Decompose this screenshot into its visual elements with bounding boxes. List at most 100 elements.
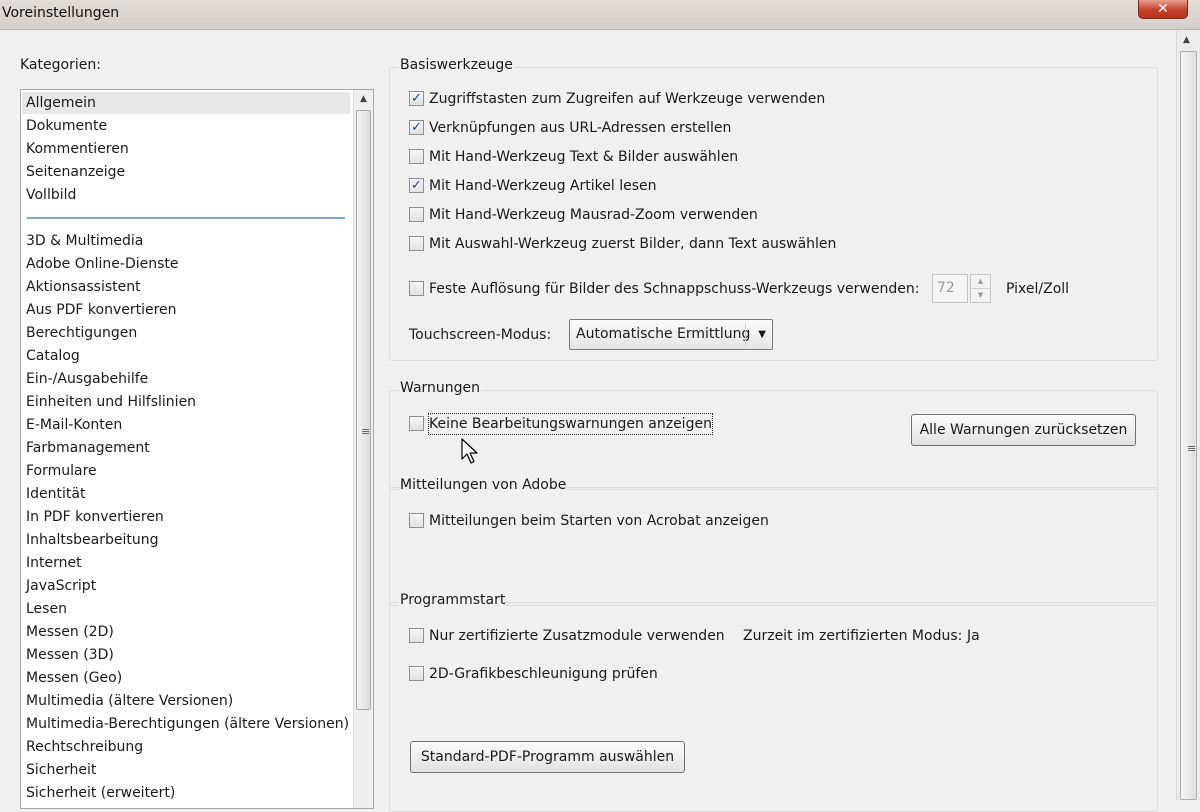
basis-option-label: Mit Hand-Werkzeug Text & Bilder auswähle… — [429, 149, 739, 165]
category-item[interactable]: Dokumente — [26, 115, 107, 137]
no-edit-warnings-row[interactable]: Keine Bearbeitungswarnungen anzeigen — [409, 413, 713, 435]
category-item[interactable]: Multimedia (ältere Versionen) — [26, 690, 233, 712]
category-item[interactable]: Sicherheit (erweitert) — [26, 782, 175, 804]
spin-down-icon[interactable]: ▼ — [971, 289, 990, 303]
category-item[interactable]: Messen (3D) — [26, 644, 114, 666]
acrobat-messages-label: Mitteilungen beim Starten von Acrobat an… — [429, 513, 769, 529]
basis-option-row[interactable]: ✓ Mit Hand-Werkzeug Artikel lesen — [409, 176, 849, 196]
basis-option-checkbox[interactable] — [409, 236, 424, 251]
category-item[interactable]: Adobe Online-Dienste — [26, 253, 179, 275]
category-item[interactable]: Internet — [26, 552, 82, 574]
certified-plugins-label: Nur zertifizierte Zusatzmodule verwenden — [429, 628, 725, 644]
resolution-spinner[interactable]: ▲ ▼ — [970, 274, 991, 303]
title-bar: Voreinstellungen ✕ — [0, 0, 1200, 30]
basis-option-label: Mit Hand-Werkzeug Mausrad-Zoom verwenden — [429, 207, 758, 223]
scroll-thumb[interactable]: ≡ — [356, 110, 371, 710]
category-item[interactable]: Berechtigungen — [26, 322, 137, 344]
group-messages — [389, 487, 1158, 606]
category-item[interactable]: Aktionsassistent — [26, 276, 141, 298]
resolution-label: Feste Auflösung für Bilder des Schnappsc… — [429, 281, 920, 297]
touchscreen-label: Touchscreen-Modus: — [409, 327, 552, 343]
category-item[interactable]: Seitenanzeige — [26, 161, 125, 183]
gpu-check-label: 2D-Grafikbeschleunigung prüfen — [429, 666, 658, 682]
spin-up-icon[interactable]: ▲ — [971, 275, 990, 289]
category-item[interactable]: E-Mail-Konten — [26, 414, 122, 436]
category-item[interactable]: JavaScript — [26, 575, 96, 597]
group-title-warnings: Warnungen — [399, 380, 482, 396]
default-pdf-button[interactable]: Standard-PDF-Programm auswählen — [410, 741, 685, 773]
group-title-startup: Programmstart — [399, 592, 507, 608]
basis-option-label: Mit Auswahl-Werkzeug zuerst Bilder, dann… — [429, 236, 837, 252]
touchscreen-value: Automatische Ermittlung — [576, 326, 751, 342]
close-icon: ✕ — [1157, 1, 1169, 17]
basis-option-label: Verknüpfungen aus URL-Adressen erstellen — [429, 120, 732, 136]
categories-scrollbar[interactable]: ▲ ≡ — [353, 90, 373, 808]
mouse-cursor-icon — [461, 438, 478, 464]
reset-warnings-button[interactable]: Alle Warnungen zurücksetzen — [911, 414, 1136, 446]
grip-icon: ≡ — [361, 425, 371, 438]
category-item[interactable]: Messen (Geo) — [26, 667, 122, 689]
basis-option-label: Zugriffstasten zum Zugreifen auf Werkzeu… — [429, 91, 826, 107]
checkmark-icon: ✓ — [411, 178, 422, 193]
category-item[interactable]: Inhaltsbearbeitung — [26, 529, 158, 551]
category-item[interactable]: Identität — [26, 483, 85, 505]
resolution-input[interactable]: 72 — [932, 274, 968, 303]
category-item[interactable]: Vollbild — [26, 184, 76, 206]
list-separator — [27, 217, 345, 219]
category-item[interactable]: Formulare — [26, 460, 97, 482]
category-item[interactable]: Messen (2D) — [26, 621, 114, 643]
category-item[interactable]: Multimedia-Berechtigungen (ältere Versio… — [26, 713, 349, 735]
resolution-unit: Pixel/Zoll — [1006, 281, 1070, 297]
no-edit-warnings-label: Keine Bearbeitungswarnungen anzeigen — [428, 413, 713, 435]
category-item[interactable]: In PDF konvertieren — [26, 506, 164, 528]
certified-plugins-row[interactable]: Nur zertifizierte Zusatzmodule verwenden — [409, 626, 725, 646]
category-item[interactable]: Einheiten und Hilfslinien — [26, 391, 196, 413]
checkmark-icon: ✓ — [411, 91, 422, 106]
category-item[interactable]: Allgemein — [22, 92, 350, 114]
basis-option-checkbox[interactable] — [409, 149, 424, 164]
certified-mode-label: Zurzeit im zertifizierten Modus: — [743, 628, 963, 644]
category-item[interactable]: Kommentieren — [26, 138, 129, 160]
category-item[interactable]: Aus PDF konvertieren — [26, 299, 177, 321]
page-scrollbar[interactable]: ▲ ≡ — [1176, 31, 1200, 800]
category-item[interactable]: Farbmanagement — [26, 437, 150, 459]
close-button[interactable]: ✕ — [1138, 0, 1188, 19]
category-item[interactable]: Sicherheit — [26, 759, 96, 781]
basis-option-checkbox[interactable]: ✓ — [409, 91, 424, 106]
dialog-body: Kategorien: Allgemein Dokumente Kommentier… — [0, 31, 1200, 812]
basis-option-checkbox[interactable]: ✓ — [409, 120, 424, 135]
checkmark-icon: ✓ — [411, 120, 422, 135]
acrobat-messages-checkbox[interactable] — [409, 513, 424, 528]
categories-list[interactable]: Allgemein Dokumente Kommentieren Seitenanze… — [20, 89, 374, 809]
category-item[interactable]: Ein-/Ausgabehilfe — [26, 368, 148, 390]
scroll-up-icon[interactable]: ▲ — [354, 94, 373, 104]
scroll-up-icon[interactable]: ▲ — [1183, 35, 1190, 45]
category-item[interactable]: Lesen — [26, 598, 67, 620]
window-title: Voreinstellungen — [2, 5, 120, 21]
basis-option-checkbox[interactable] — [409, 207, 424, 222]
certified-plugins-checkbox[interactable] — [409, 628, 424, 643]
basis-option-checkbox[interactable]: ✓ — [409, 178, 424, 193]
basis-option-row[interactable]: ✓ Verknüpfungen aus URL-Adressen erstelle… — [409, 118, 849, 138]
resolution-checkbox[interactable] — [409, 281, 424, 296]
basis-option-row[interactable]: ✓ Zugriffstasten zum Zugreifen auf Werkze… — [409, 89, 849, 109]
category-item[interactable]: Rechtschreibung — [26, 736, 143, 758]
acrobat-messages-row[interactable]: Mitteilungen beim Starten von Acrobat an… — [409, 511, 769, 531]
gpu-check-checkbox[interactable] — [409, 666, 424, 681]
no-edit-warnings-checkbox[interactable] — [409, 416, 424, 431]
basis-option-row[interactable]: Mit Hand-Werkzeug Text & Bilder auswähle… — [409, 147, 849, 167]
gpu-check-row[interactable]: 2D-Grafikbeschleunigung prüfen — [409, 664, 669, 684]
page-scroll-thumb[interactable]: ≡ — [1180, 51, 1197, 800]
basis-option-label: Mit Hand-Werkzeug Artikel lesen — [429, 178, 657, 194]
chevron-down-icon: ▼ — [758, 329, 766, 340]
certified-mode-value: Ja — [967, 628, 980, 644]
basis-option-row[interactable]: Mit Hand-Werkzeug Mausrad-Zoom verwenden — [409, 205, 849, 225]
group-title-messages: Mitteilungen von Adobe — [399, 477, 568, 493]
touchscreen-select[interactable]: Automatische Ermittlung ▼ — [569, 319, 773, 350]
categories-label: Kategorien: — [20, 57, 101, 73]
basis-option-row[interactable]: Mit Auswahl-Werkzeug zuerst Bilder, dann… — [409, 234, 849, 254]
resolution-checkbox-row[interactable]: Feste Auflösung für Bilder des Schnappsc… — [409, 279, 929, 299]
category-item[interactable]: 3D & Multimedia — [26, 230, 143, 252]
group-title-basis: Basiswerkzeuge — [399, 57, 514, 73]
category-item[interactable]: Catalog — [26, 345, 80, 367]
